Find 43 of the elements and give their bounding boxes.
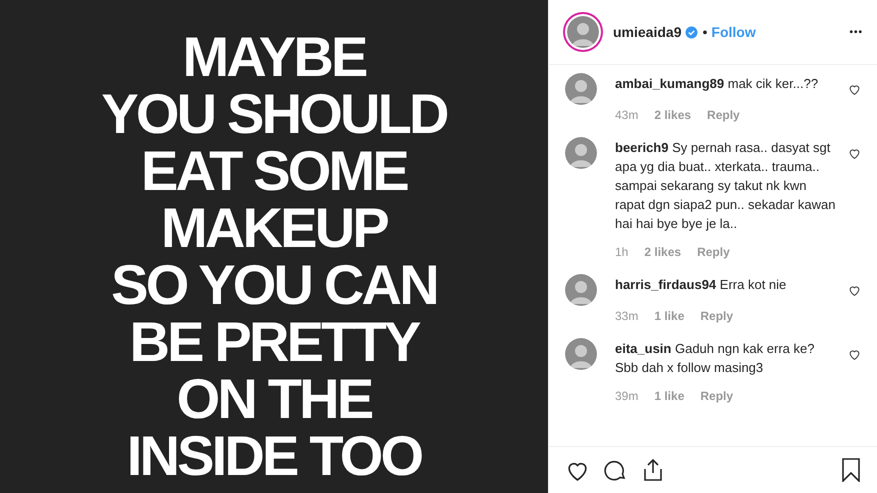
comment-text: ambai_kumang89 mak cik ker...?? — [615, 75, 820, 93]
comment-time[interactable]: 33m — [615, 307, 638, 325]
likes-count[interactable]: 2 likes — [654, 106, 692, 124]
likes-count[interactable]: 2 likes — [644, 243, 682, 261]
username[interactable]: umieaida9 — [613, 22, 682, 42]
reply-link[interactable]: Reply — [700, 387, 734, 405]
caption-line: ON THE — [176, 370, 372, 427]
comment-time[interactable]: 1h — [615, 243, 628, 261]
avatar[interactable] — [565, 73, 597, 105]
more-options-button[interactable]: ••• — [849, 24, 863, 40]
reply-link[interactable]: Reply — [707, 106, 740, 124]
caption-line: EAT SOME — [141, 142, 407, 199]
caption-line: YOU SHOULD — [101, 85, 447, 142]
avatar[interactable] — [565, 338, 597, 370]
likes-count[interactable]: 1 like — [654, 307, 684, 325]
comment-username[interactable]: ambai_kumang89 — [615, 76, 724, 91]
caption-line: MAKEUP — [161, 199, 387, 256]
reply-link[interactable]: Reply — [700, 307, 734, 325]
caption-line: SO YOU CAN — [111, 256, 437, 313]
reply-link[interactable]: Reply — [697, 243, 730, 261]
comment-username[interactable]: beerich9 — [615, 140, 668, 155]
follow-button[interactable]: Follow — [711, 22, 756, 42]
avatar[interactable] — [565, 137, 597, 169]
like-heart-icon[interactable] — [848, 348, 861, 361]
like-heart-icon[interactable] — [848, 284, 861, 297]
caption-line: INSIDE TOO — [126, 427, 422, 484]
caption-line: MAYBE — [182, 28, 366, 85]
separator-dot: • — [702, 22, 708, 42]
like-heart-icon[interactable] — [848, 83, 861, 96]
comment-time[interactable]: 39m — [615, 387, 638, 405]
comment-username[interactable]: eita_usin — [615, 341, 672, 356]
bookmark-icon[interactable] — [841, 458, 861, 482]
comment-text: harris_firdaus94 Erra kot nie — [615, 276, 788, 294]
comment-username[interactable]: harris_firdaus94 — [615, 277, 716, 292]
caption-line: BE PRETTY — [129, 313, 419, 370]
comment-icon[interactable] — [604, 458, 628, 482]
like-heart-icon[interactable] — [848, 147, 861, 160]
share-icon[interactable] — [642, 458, 664, 482]
avatar[interactable] — [565, 274, 597, 306]
comment-text: beerich9 Sy pernah rasa.. dasyat sgt apa yg dia buat.. xterkata.. trauma.. sampai sekarang sy takut nk kwn rapat dgn siapa2 pun.. sekadar kawan hai hai bye bye je la.. — [615, 139, 836, 233]
likes-count[interactable]: 1 like — [654, 387, 684, 405]
comment-text: eita_usin Gaduh ngn kak erra ke? Sbb dah x follow masing3 — [615, 340, 816, 377]
comment-time[interactable]: 43m — [615, 106, 638, 124]
